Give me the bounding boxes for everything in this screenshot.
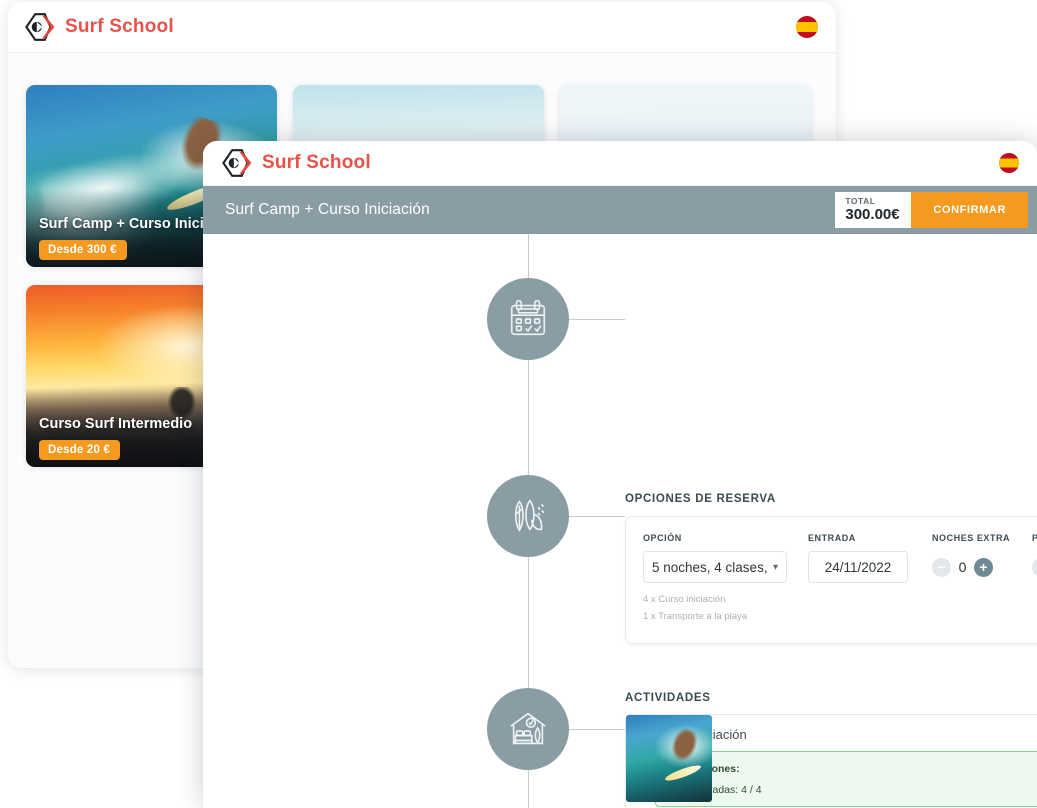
surfboards-icon <box>505 493 551 539</box>
modal-body: OPCIONES DE RESERVA OPCIÓN 5 noches, 4 c… <box>203 234 1037 808</box>
brand-name: Surf School <box>262 152 371 173</box>
booking-modal: Surf School Surf Camp + Curso Iniciación… <box>203 141 1037 808</box>
surf-school-logo-icon <box>221 149 253 177</box>
brand-name: Surf School <box>65 16 174 37</box>
field-label: OPCIÓN <box>643 533 682 543</box>
screen: Surf School Surf Camp + Curso Iniciación… <box>0 0 1037 808</box>
timeline-connector <box>569 516 625 517</box>
activities-panel: Curso iniciación ✓ Sesiones: Seleccionad… <box>625 714 1037 808</box>
included-item: 4 x Curso iniciación <box>643 594 726 605</box>
timeline-node-booking-options <box>487 278 569 360</box>
timeline-node-activities <box>487 475 569 557</box>
card-title: Curso Surf Intermedio <box>39 416 193 432</box>
total-label: TOTAL <box>845 195 876 206</box>
catalog-topbar: Surf School <box>8 2 836 53</box>
timeline-connector <box>569 319 625 320</box>
entry-date-input[interactable]: 24/11/2022 <box>808 551 908 583</box>
sessions-value: Seleccionadas: 4 / 4 <box>667 784 762 796</box>
calendar-check-icon <box>505 296 551 342</box>
page-title: Surf Camp + Curso Iniciación <box>225 201 430 218</box>
extra-nights-stepper: − 0 + <box>932 551 1032 583</box>
minus-icon[interactable]: − <box>932 557 951 577</box>
included-items-list: 4 x Curso iniciación 1 x Transporte a la… <box>643 592 808 625</box>
field-entry-date: ENTRADA 24/11/2022 <box>808 533 932 625</box>
timeline-connector <box>569 729 625 730</box>
option-select[interactable]: 5 noches, 4 clases, un extra ▾ <box>643 551 787 583</box>
modal-topbar: Surf School <box>203 141 1037 186</box>
confirm-button[interactable]: CONFIRMAR <box>911 192 1028 228</box>
option-select-value: 5 noches, 4 clases, un extra <box>652 559 771 575</box>
total-box: TOTAL 300.00€ <box>835 192 912 228</box>
surf-school-logo-icon <box>24 13 56 41</box>
modal-titlebar: Surf Camp + Curso Iniciación TOTAL 300.0… <box>203 186 1037 234</box>
field-label: ENTRADA <box>808 533 856 543</box>
brand[interactable]: Surf School <box>24 13 174 41</box>
included-item: 1 x Transporte a la playa <box>643 610 748 622</box>
chevron-down-icon: ▾ <box>772 561 778 573</box>
sessions-status-box: ✓ Sesiones: Seleccionadas: 4 / 4 <box>655 751 1037 807</box>
activity-thumbnail <box>626 715 712 802</box>
activity-name: Curso iniciación <box>655 727 747 742</box>
minus-icon[interactable]: − <box>1032 557 1037 577</box>
surfboard-figure <box>663 762 702 784</box>
spain-flag-icon[interactable] <box>796 16 818 38</box>
field-label: NOCHES EXTRA <box>932 533 1011 543</box>
entry-date-value: 24/11/2022 <box>824 559 892 575</box>
field-option: OPCIÓN 5 noches, 4 clases, un extra ▾ 4 … <box>643 533 808 625</box>
field-extra-nights: NOCHES EXTRA − 0 + <box>932 533 1032 625</box>
section-title-activities: ACTIVIDADES <box>625 692 711 704</box>
surfer-figure <box>665 725 702 767</box>
extra-nights-value: 0 <box>958 559 967 575</box>
card-price-badge: Desde 300 € <box>39 240 127 260</box>
section-title-booking-options: OPCIONES DE RESERVA <box>625 493 776 505</box>
lodging-bed-house-icon <box>505 706 551 752</box>
field-people: PERSONAS − 1 + <box>1032 533 1037 625</box>
modal-brand[interactable]: Surf School <box>221 149 371 177</box>
total-value: 300.00€ <box>845 206 900 224</box>
timeline-node-lodging <box>487 688 569 770</box>
card-price-badge: Desde 20 € <box>39 440 121 460</box>
booking-options-panel: OPCIÓN 5 noches, 4 clases, un extra ▾ 4 … <box>625 516 1037 644</box>
field-label: PERSONAS <box>1032 533 1037 543</box>
total-and-confirm: TOTAL 300.00€ CONFIRMAR <box>835 192 1028 228</box>
spain-flag-icon[interactable] <box>999 153 1019 173</box>
people-stepper: − 1 + <box>1032 551 1037 583</box>
plus-icon[interactable]: + <box>974 557 993 577</box>
